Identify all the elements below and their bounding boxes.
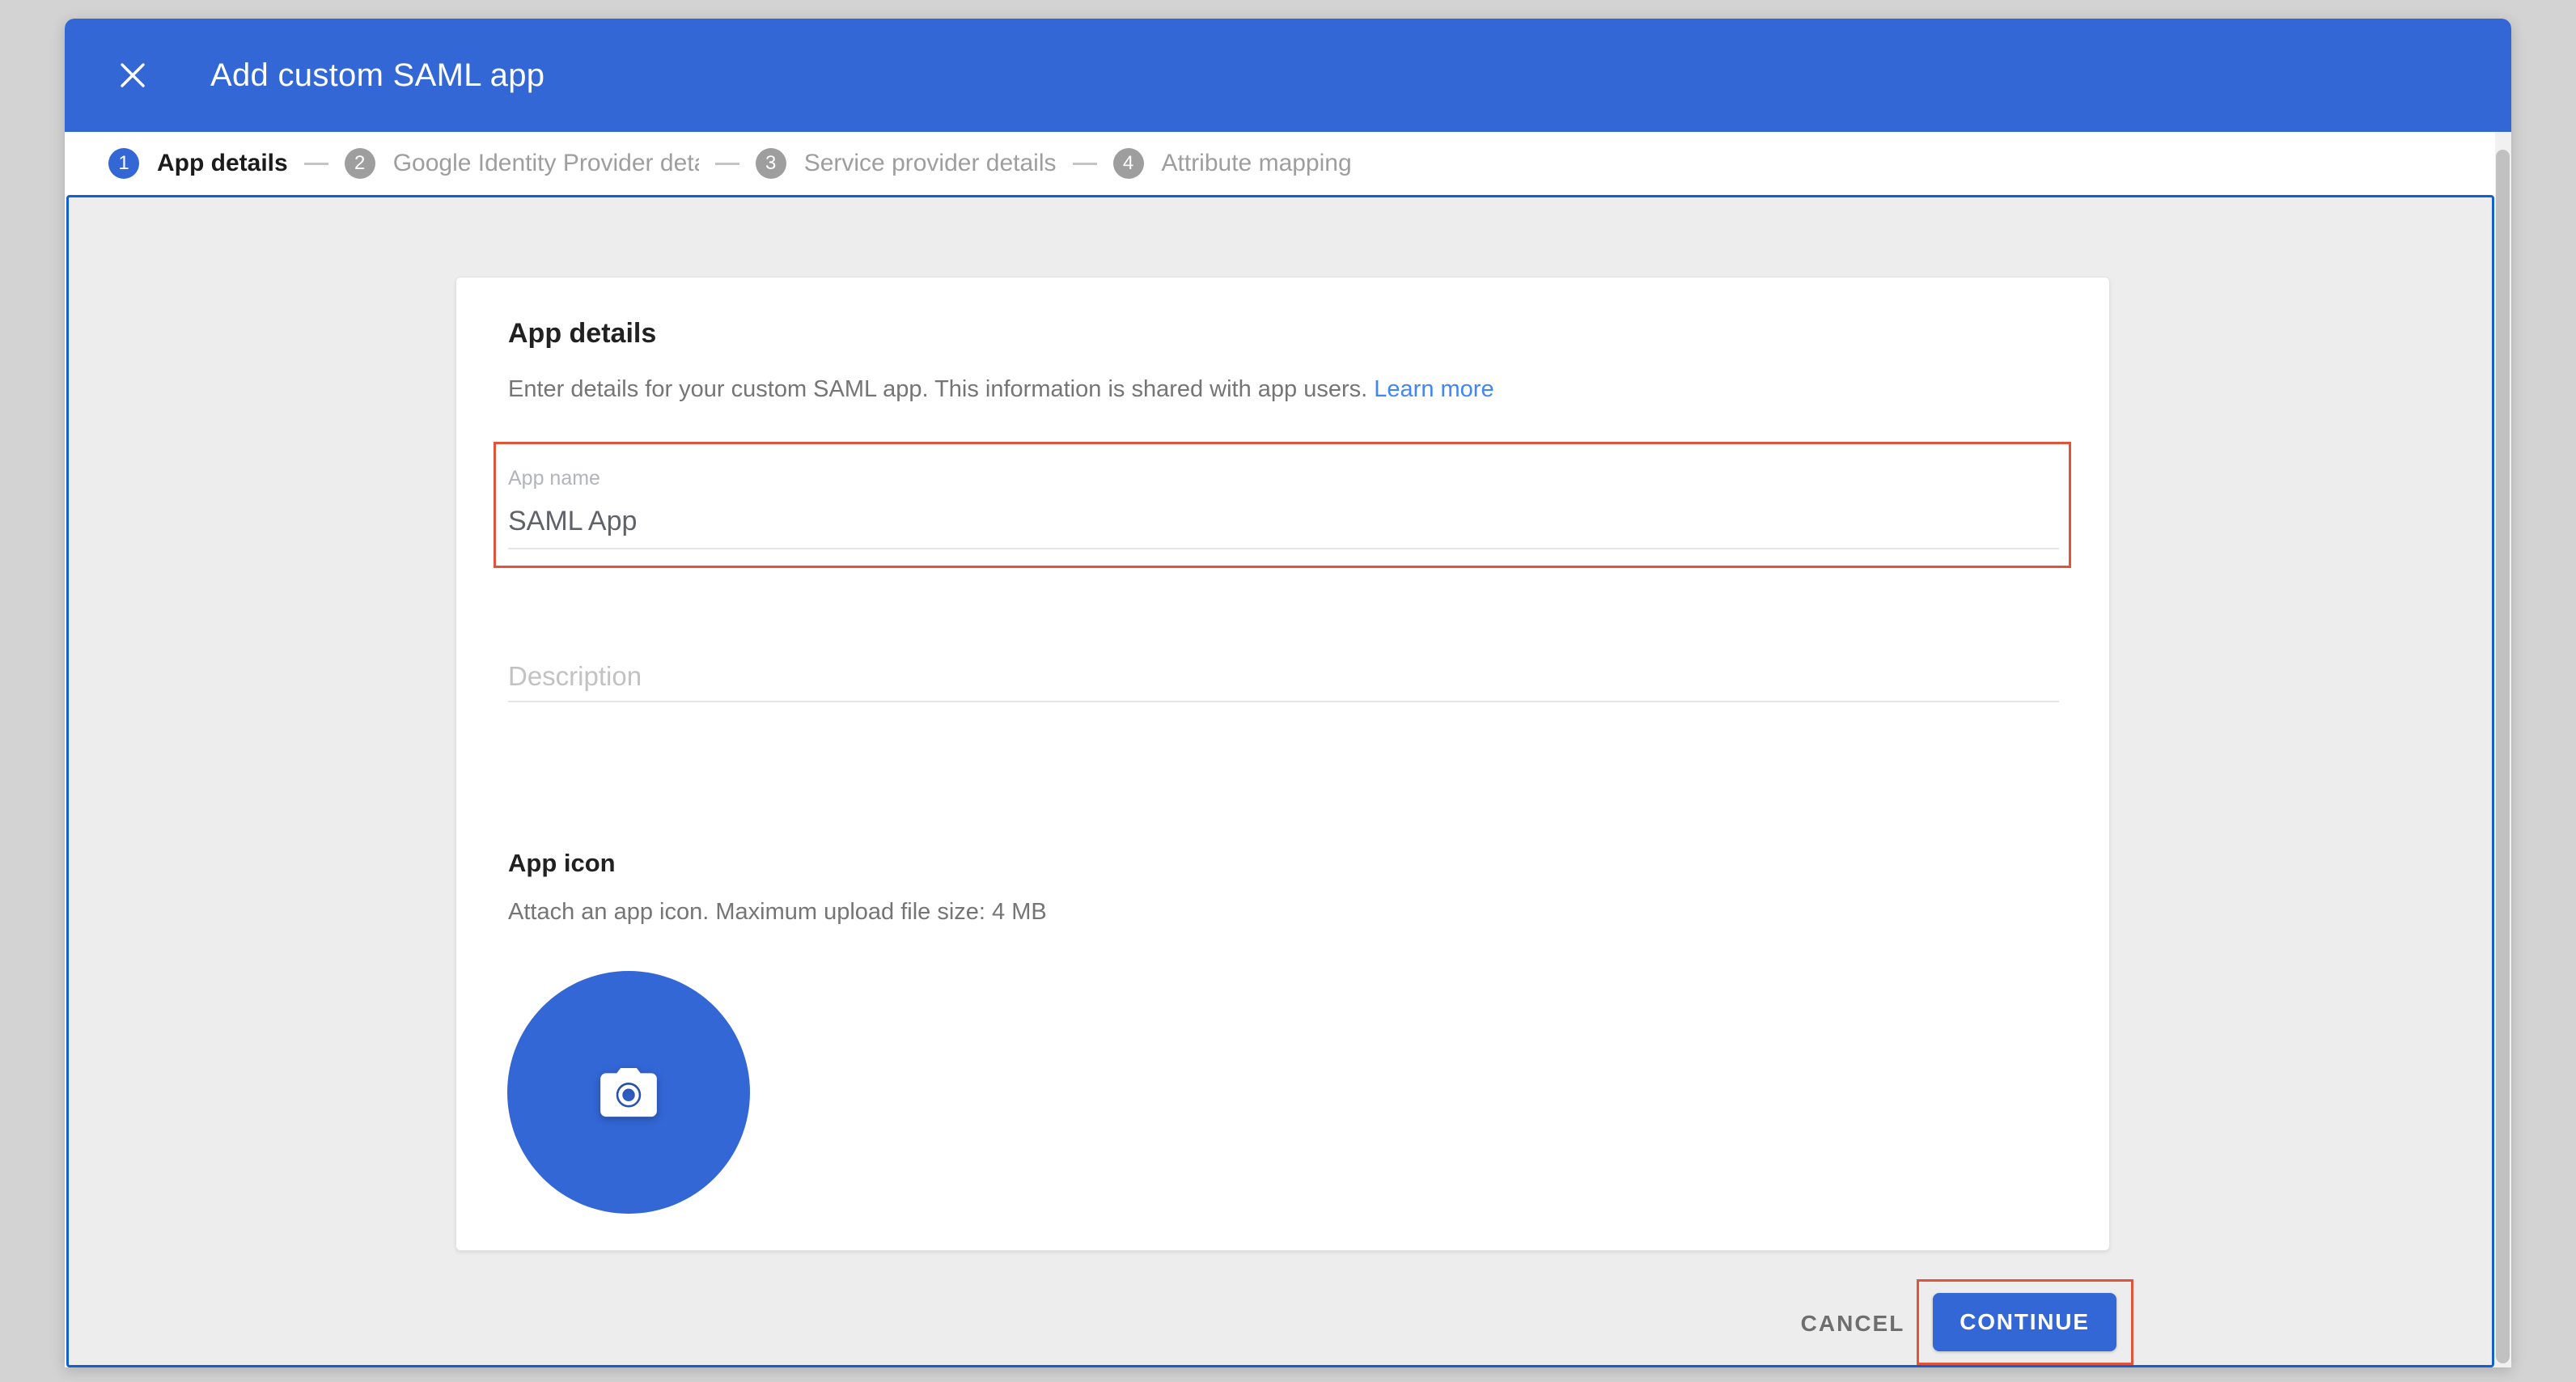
camera-icon xyxy=(600,1068,657,1117)
description-underline xyxy=(508,701,2059,702)
step-item-service-provider-details: 3 Service provider details xyxy=(756,148,1057,179)
step-separator xyxy=(715,163,739,165)
step-label: App details xyxy=(157,150,288,177)
stepper: 1 App details 2 Google Identity Provider… xyxy=(65,132,2511,195)
step-number-badge: 2 xyxy=(345,148,375,179)
step-number-badge: 4 xyxy=(1113,148,1144,179)
step-item-google-idp-details: 2 Google Identity Provider details xyxy=(345,148,699,179)
dialog-header: Add custom SAML app xyxy=(65,19,2511,132)
form-card: App details Enter details for your custo… xyxy=(455,277,2110,1251)
step-separator xyxy=(1073,163,1097,165)
app-icon-description: Attach an app icon. Maximum upload file … xyxy=(508,899,1047,926)
step-item-attribute-mapping: 4 Attribute mapping xyxy=(1113,148,1352,179)
close-button[interactable] xyxy=(110,53,155,98)
app-name-underline xyxy=(508,548,2059,549)
scrollbar-thumb[interactable] xyxy=(2496,150,2510,1363)
step-label: Attribute mapping xyxy=(1162,150,1352,177)
step-item-app-details: 1 App details xyxy=(108,148,288,179)
step-label: Google Identity Provider details xyxy=(393,150,699,177)
app-icon-title: App icon xyxy=(508,849,616,878)
learn-more-link[interactable]: Learn more xyxy=(1374,376,1493,402)
section-title: App details xyxy=(508,318,656,350)
scrollbar[interactable] xyxy=(2495,132,2511,1367)
cancel-button[interactable]: CANCEL xyxy=(1792,1299,1913,1348)
dialog-title: Add custom SAML app xyxy=(210,57,544,94)
add-custom-saml-app-dialog: Add custom SAML app 1 App details 2 Goog… xyxy=(65,19,2511,1367)
section-description: Enter details for your custom SAML app. … xyxy=(508,376,1494,403)
app-name-field-label: App name xyxy=(508,467,600,490)
content-area: App details Enter details for your custo… xyxy=(66,195,2494,1367)
step-number-badge: 1 xyxy=(108,148,139,179)
screen: Add custom SAML app 1 App details 2 Goog… xyxy=(0,0,2576,1382)
description-input[interactable]: Description xyxy=(508,661,642,692)
step-number-badge: 3 xyxy=(756,148,786,179)
step-label: Service provider details xyxy=(804,150,1057,177)
close-icon xyxy=(118,61,147,90)
continue-button[interactable]: CONTINUE xyxy=(1933,1293,2116,1351)
app-icon-upload-button[interactable] xyxy=(507,971,750,1214)
section-description-text: Enter details for your custom SAML app. … xyxy=(508,376,1367,402)
step-separator xyxy=(304,163,328,165)
app-name-input[interactable]: SAML App xyxy=(508,506,637,537)
